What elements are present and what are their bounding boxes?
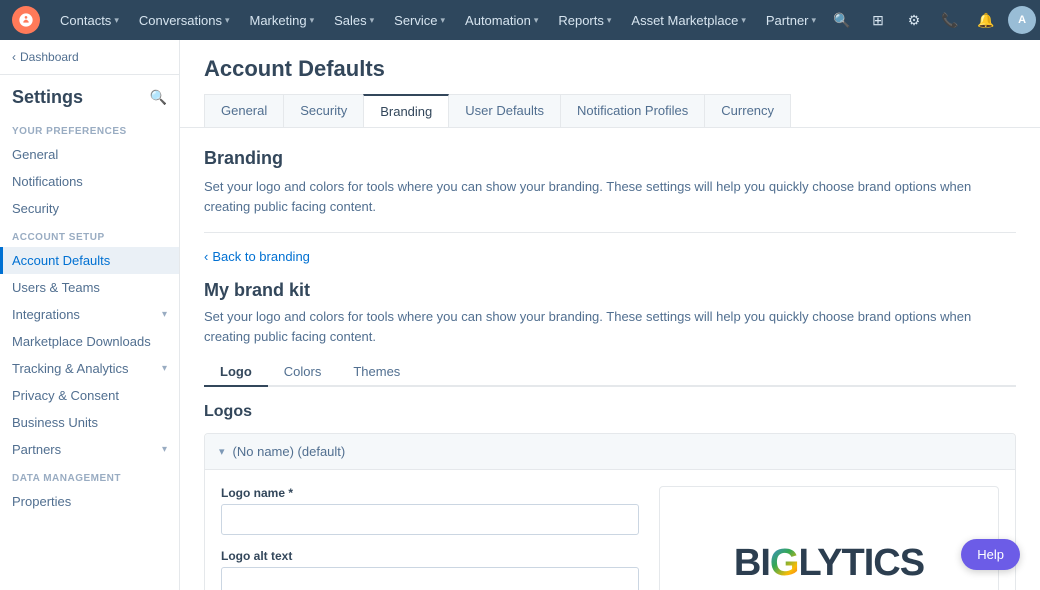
branding-description: Set your logo and colors for tools where…: [204, 177, 1016, 216]
chevron-down-icon: ▾: [162, 444, 167, 455]
logo-alt-text-input[interactable]: [221, 567, 639, 590]
apps-icon[interactable]: ⊞: [864, 6, 892, 34]
logo-text-b: BI: [734, 542, 770, 585]
sidebar-item-business-units[interactable]: Business Units: [0, 409, 179, 436]
tab-user-defaults[interactable]: User Defaults: [448, 94, 561, 127]
accordion-header[interactable]: ▾ (No name) (default): [205, 434, 1015, 469]
sidebar-item-marketplace-downloads[interactable]: Marketplace Downloads: [0, 328, 179, 355]
nav-sales[interactable]: Sales▾: [326, 9, 382, 32]
nav-reports[interactable]: Reports▾: [550, 9, 619, 32]
nav-conversations[interactable]: Conversations▾: [131, 9, 238, 32]
subtab-colors[interactable]: Colors: [268, 358, 338, 387]
accordion-label: (No name) (default): [233, 444, 346, 459]
section-account-setup: Account Setup: [0, 222, 179, 247]
chevron-down-icon: ▾: [607, 15, 612, 26]
logo-alt-text-label: Logo alt text: [221, 549, 639, 563]
tab-currency[interactable]: Currency: [704, 94, 791, 127]
sidebar-item-partners[interactable]: Partners ▾: [0, 436, 179, 463]
sidebar-item-general[interactable]: General: [0, 141, 179, 168]
branding-title: Branding: [204, 148, 1016, 169]
biglytics-logo-image: BIGLYTICS: [734, 542, 924, 585]
divider: [204, 232, 1016, 233]
sidebar-item-properties[interactable]: Properties: [0, 488, 179, 515]
sidebar-item-users-teams[interactable]: Users & Teams: [0, 274, 179, 301]
tab-security[interactable]: Security: [283, 94, 364, 127]
chevron-down-icon: ▾: [310, 15, 315, 26]
logo-text-g: G: [770, 542, 799, 585]
settings-icon[interactable]: ⚙: [900, 6, 928, 34]
tab-notification-profiles[interactable]: Notification Profiles: [560, 94, 705, 127]
chevron-down-icon: ▾: [741, 15, 746, 26]
chevron-down-icon: ▾: [534, 15, 539, 26]
sidebar-item-account-defaults[interactable]: Account Defaults: [0, 247, 179, 274]
user-avatar[interactable]: A: [1008, 6, 1036, 34]
section-your-preferences: Your Preferences: [0, 116, 179, 141]
chevron-down-icon: ▾: [219, 445, 225, 458]
logo-text-lytics: LYTICS: [798, 542, 924, 585]
chevron-down-icon: ▾: [114, 15, 119, 26]
nav-asset-marketplace[interactable]: Asset Marketplace▾: [623, 9, 753, 32]
notifications-icon[interactable]: 🔔: [972, 6, 1000, 34]
logo-form: Logo name * Logo alt text Logo URL i: [221, 486, 639, 590]
logo-name-input[interactable]: [221, 504, 639, 535]
sidebar-item-privacy-consent[interactable]: Privacy & Consent: [0, 382, 179, 409]
logos-title: Logos: [204, 403, 1016, 421]
top-navigation: Contacts▾ Conversations▾ Marketing▾ Sale…: [0, 0, 1040, 40]
app-layout: ‹ Dashboard Settings 🔍 Your Preferences …: [0, 40, 1040, 590]
hubspot-logo[interactable]: [12, 6, 40, 34]
chevron-down-icon: ▾: [370, 15, 375, 26]
accordion-body: Logo name * Logo alt text Logo URL i: [205, 469, 1015, 590]
sidebar-item-notifications[interactable]: Notifications: [0, 168, 179, 195]
chevron-left-icon: ‹: [12, 50, 16, 64]
sidebar-item-integrations[interactable]: Integrations ▾: [0, 301, 179, 328]
chevron-down-icon: ▾: [162, 309, 167, 320]
nav-right-actions: 🔍 ⊞ ⚙ 📞 🔔 A ▾: [828, 6, 1040, 34]
main-content: Account Defaults General Security Brandi…: [180, 40, 1040, 590]
section-data-management: Data Management: [0, 463, 179, 488]
chevron-down-icon: ▾: [812, 15, 817, 26]
sidebar: ‹ Dashboard Settings 🔍 Your Preferences …: [0, 40, 180, 590]
brand-kit-subtabs: Logo Colors Themes: [204, 358, 1016, 387]
brand-kit-title: My brand kit: [204, 280, 1016, 301]
content-body: Branding Set your logo and colors for to…: [180, 128, 1040, 590]
nav-marketing[interactable]: Marketing▾: [241, 9, 322, 32]
logo-preview: BIGLYTICS: [659, 486, 999, 590]
settings-title: Settings: [12, 87, 83, 108]
logo-accordion: ▾ (No name) (default) Logo name * Logo a…: [204, 433, 1016, 590]
nav-partner[interactable]: Partner▾: [758, 9, 824, 32]
nav-automation[interactable]: Automation▾: [457, 9, 546, 32]
chevron-down-icon: ▾: [162, 363, 167, 374]
nav-service[interactable]: Service▾: [386, 9, 453, 32]
brand-kit-description: Set your logo and colors for tools where…: [204, 307, 1016, 346]
sidebar-search-icon[interactable]: 🔍: [150, 89, 167, 106]
account-defaults-tabs: General Security Branding User Defaults …: [204, 94, 1016, 127]
back-to-branding-link[interactable]: ‹ Back to branding: [204, 249, 1016, 264]
dashboard-link[interactable]: ‹ Dashboard: [12, 50, 167, 64]
page-title: Account Defaults: [204, 56, 1016, 82]
sidebar-item-security[interactable]: Security: [0, 195, 179, 222]
sidebar-item-tracking-analytics[interactable]: Tracking & Analytics ▾: [0, 355, 179, 382]
chevron-down-icon: ▾: [225, 15, 230, 26]
search-icon[interactable]: 🔍: [828, 6, 856, 34]
tab-general[interactable]: General: [204, 94, 284, 127]
tab-branding[interactable]: Branding: [363, 94, 449, 127]
subtab-logo[interactable]: Logo: [204, 358, 268, 387]
logo-name-label: Logo name *: [221, 486, 639, 500]
sidebar-header: Settings 🔍: [0, 75, 179, 116]
subtab-themes[interactable]: Themes: [337, 358, 416, 387]
logo-name-group: Logo name *: [221, 486, 639, 535]
phone-icon[interactable]: 📞: [936, 6, 964, 34]
main-header: Account Defaults General Security Brandi…: [180, 40, 1040, 128]
logo-alt-text-group: Logo alt text: [221, 549, 639, 590]
dashboard-breadcrumb: ‹ Dashboard: [0, 40, 179, 75]
chevron-down-icon: ▾: [441, 15, 446, 26]
chevron-left-icon: ‹: [204, 249, 208, 264]
nav-contacts[interactable]: Contacts▾: [52, 9, 127, 32]
help-button[interactable]: Help: [961, 539, 1020, 570]
